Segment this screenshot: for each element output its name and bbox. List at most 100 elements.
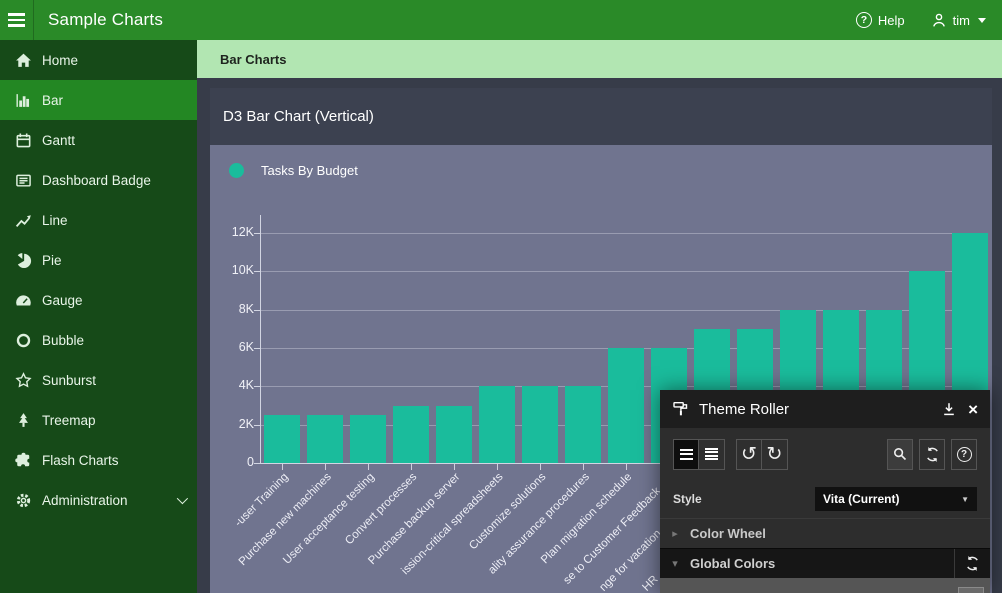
chevron-down-icon: ▾	[660, 557, 690, 570]
y-axis-tick-label: 8K	[210, 302, 254, 316]
x-axis-tick	[368, 464, 369, 470]
x-axis-tick	[540, 464, 541, 470]
bar[interactable]	[307, 415, 343, 463]
sidebar-item-administration[interactable]: Administration	[0, 480, 197, 520]
sidebar-item-label: Line	[42, 213, 68, 228]
style-select[interactable]: Vita (Current) ▼	[815, 487, 977, 511]
theme-help-button[interactable]: ?	[951, 439, 977, 470]
y-axis-line	[260, 215, 261, 464]
x-axis-tick	[325, 464, 326, 470]
user-menu[interactable]: tim	[931, 12, 986, 28]
redo-icon: ↻	[767, 445, 783, 464]
sidebar-item-label: Bubble	[42, 333, 84, 348]
undo-button[interactable]: ↺	[736, 439, 762, 470]
hamburger-menu-icon[interactable]	[0, 0, 34, 40]
bar[interactable]	[436, 406, 472, 464]
undo-icon: ↺	[741, 445, 757, 464]
y-axis-tick-label: 12K	[210, 225, 254, 239]
x-axis-tick	[626, 464, 627, 470]
sidebar-item-label: Treemap	[42, 413, 96, 428]
section-label: Color Wheel	[690, 526, 766, 541]
list-compact-icon	[680, 446, 693, 462]
home-icon	[15, 52, 32, 69]
download-theme-icon[interactable]	[942, 402, 956, 416]
help-label: Help	[878, 13, 905, 28]
list-detailed-icon	[705, 446, 718, 461]
chevron-down-icon: ▼	[961, 495, 969, 504]
help-icon: ?	[856, 12, 872, 28]
gridline	[260, 271, 985, 272]
x-axis-tick	[454, 464, 455, 470]
sidebar-item-gantt[interactable]: Gantt	[0, 120, 197, 160]
color-swatch[interactable]	[958, 587, 984, 593]
person-icon	[931, 12, 947, 28]
treemap-icon	[15, 412, 32, 429]
bar[interactable]	[264, 415, 300, 463]
gauge-icon	[15, 292, 32, 309]
bar[interactable]	[393, 406, 429, 464]
sidebar-item-label: Sunburst	[42, 373, 96, 388]
bubble-icon	[15, 332, 32, 349]
sidebar-item-home[interactable]: Home	[0, 40, 197, 80]
bar[interactable]	[479, 386, 515, 463]
refresh-icon	[924, 446, 941, 463]
help-icon: ?	[957, 447, 972, 462]
sidebar-item-bar[interactable]: Bar	[0, 80, 197, 120]
breadcrumb: Bar Charts	[197, 40, 1002, 78]
refresh-global-colors-button[interactable]	[954, 549, 990, 578]
style-row: Style Vita (Current) ▼	[660, 480, 990, 518]
section-color-wheel[interactable]: ▸ Color Wheel	[660, 518, 990, 548]
sidebar-item-line[interactable]: Line	[0, 200, 197, 240]
top-header: Sample Charts ? Help tim	[0, 0, 1002, 40]
y-axis-tick-label: 0	[210, 455, 254, 469]
close-icon[interactable]: ×	[968, 401, 978, 418]
x-axis-category-label: Customize solutions	[467, 471, 548, 552]
y-axis-tick-label: 10K	[210, 263, 254, 277]
redo-button[interactable]: ↻	[762, 439, 788, 470]
chart-legend[interactable]: Tasks By Budget	[210, 145, 992, 178]
x-axis-category-label: Convert processes	[343, 471, 419, 547]
style-label: Style	[673, 492, 702, 506]
detailed-view-button[interactable]	[699, 439, 725, 470]
sidebar-item-label: Flash Charts	[42, 453, 119, 468]
refresh-button[interactable]	[919, 439, 945, 470]
gear-icon	[15, 492, 32, 509]
user-name: tim	[953, 13, 970, 28]
sidebar-item-treemap[interactable]: Treemap	[0, 400, 197, 440]
chevron-down-icon	[177, 493, 188, 504]
bar[interactable]	[350, 415, 386, 463]
gridline	[260, 233, 985, 234]
sidebar-item-dashboard-badge[interactable]: Dashboard Badge	[0, 160, 197, 200]
help-button[interactable]: ? Help	[856, 12, 905, 28]
calendar-icon	[15, 132, 32, 149]
sidebar-item-bubble[interactable]: Bubble	[0, 320, 197, 360]
sidebar-item-gauge[interactable]: Gauge	[0, 280, 197, 320]
x-axis-tick	[583, 464, 584, 470]
theme-roller-title: Theme Roller	[699, 401, 789, 418]
bar[interactable]	[608, 348, 644, 463]
section-global-colors[interactable]: ▾ Global Colors	[660, 548, 990, 578]
search-button[interactable]	[887, 439, 913, 470]
theme-roller-panel: Theme Roller × ↺ ↻ ?	[660, 390, 990, 593]
sidebar-item-flash-charts[interactable]: Flash Charts	[0, 440, 197, 480]
sidebar-item-label: Pie	[42, 253, 62, 268]
section-label: Global Colors	[690, 556, 775, 571]
sidebar-item-sunburst[interactable]: Sunburst	[0, 360, 197, 400]
theme-roller-header[interactable]: Theme Roller ×	[660, 390, 990, 428]
compact-view-button[interactable]	[673, 439, 699, 470]
line-chart-icon	[15, 212, 32, 229]
sidebar-item-label: Administration	[42, 493, 128, 508]
bar-chart-icon	[15, 92, 32, 109]
theme-roller-toolbar: ↺ ↻ ?	[660, 428, 990, 480]
legend-label: Tasks By Budget	[261, 163, 358, 178]
legend-marker	[229, 163, 244, 178]
bar[interactable]	[565, 386, 601, 463]
bar[interactable]	[522, 386, 558, 463]
sidebar-item-label: Bar	[42, 93, 63, 108]
y-axis-tick-label: 6K	[210, 340, 254, 354]
paint-roller-icon	[672, 400, 690, 418]
sidebar-item-pie[interactable]: Pie	[0, 240, 197, 280]
y-axis-tick-label: 4K	[210, 378, 254, 392]
application-window: Sample Charts ? Help tim Home Bar GanttDas…	[0, 0, 1002, 593]
pie-chart-icon	[15, 252, 32, 269]
